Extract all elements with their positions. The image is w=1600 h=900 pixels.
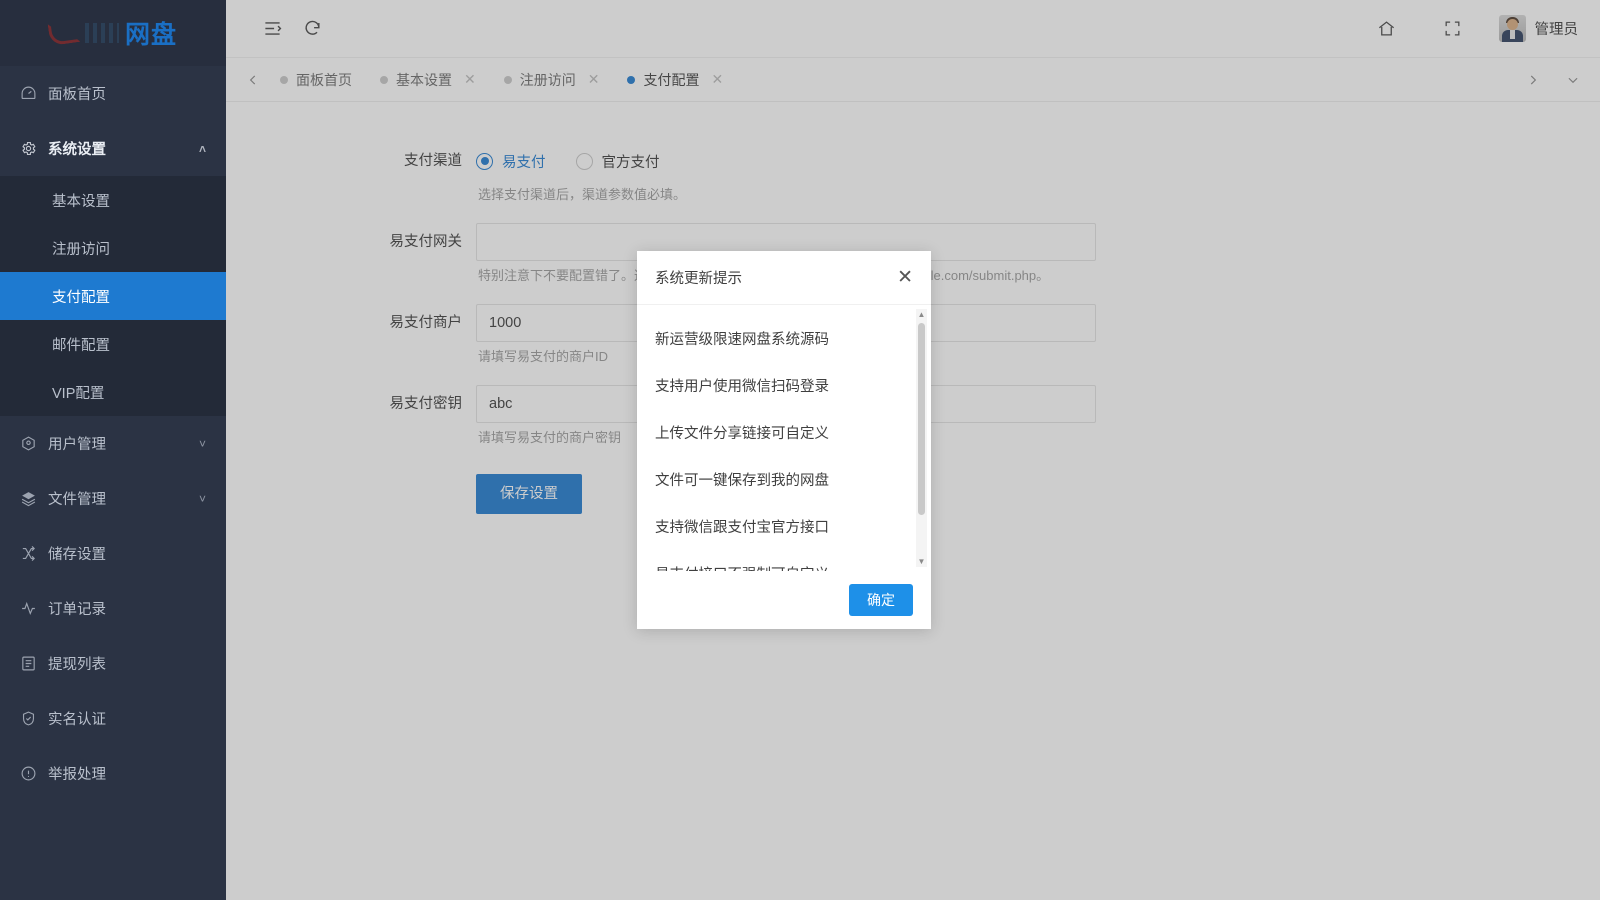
sidebar-subitem-label: 支付配置 <box>52 289 110 306</box>
activity-icon <box>20 600 42 617</box>
chevron-down-icon: ˅ <box>198 491 206 506</box>
dashboard-icon <box>20 85 42 102</box>
update-list-item: 支持用户使用微信扫码登录 <box>655 379 829 395</box>
dialog-header: 系统更新提示 ✕ <box>637 251 931 305</box>
sidebar-item-report-handling[interactable]: 举报处理 <box>0 746 226 801</box>
scroll-up-icon[interactable]: ▲ <box>916 309 927 320</box>
shuffle-icon <box>20 545 42 562</box>
sidebar-submenu-system-settings: 基本设置 注册访问 支付配置 邮件配置 VIP配置 <box>0 176 226 416</box>
sidebar-item-label: 提现列表 <box>48 657 106 673</box>
sidebar-item-label: 订单记录 <box>48 602 106 618</box>
close-icon[interactable]: ✕ <box>897 268 913 287</box>
sidebar-item-label: 系统设置 <box>48 142 106 158</box>
sidebar-item-dashboard[interactable]: 面板首页 <box>0 66 226 121</box>
sidebar-item-storage-settings[interactable]: 储存设置 <box>0 526 226 581</box>
sidebar-subitem-basic-settings[interactable]: 基本设置 <box>0 176 226 224</box>
sidebar-subitem-label: VIP配置 <box>52 385 105 402</box>
update-list-item: 易支付接口不强制可自定义 <box>655 552 913 571</box>
sidebar-item-file-management[interactable]: 文件管理 ˅ <box>0 471 226 526</box>
sidebar-subitem-label: 邮件配置 <box>52 337 110 354</box>
shield-check-icon <box>20 710 42 727</box>
sidebar-item-label: 举报处理 <box>48 767 106 783</box>
sidebar-item-label: 用户管理 <box>48 437 106 453</box>
sidebar-item-label: 实名认证 <box>48 712 106 728</box>
sidebar-subitem-payment-config[interactable]: 支付配置 <box>0 272 226 320</box>
sidebar-item-withdraw-list[interactable]: 提现列表 <box>0 636 226 691</box>
dialog-body: 新运营级限速网盘系统源码 支持用户使用微信扫码登录 上传文件分享链接可自定义 文… <box>637 305 931 571</box>
logo-mark-secondary-icon <box>84 23 119 43</box>
confirm-button[interactable]: 确定 <box>849 584 913 616</box>
update-list-item: 文件可一键保存到我的网盘 <box>655 473 829 489</box>
chevron-up-icon: ˄ <box>198 141 206 156</box>
dialog-footer: 确定 <box>637 571 931 629</box>
scrollbar-thumb[interactable] <box>918 323 925 515</box>
scroll-down-icon[interactable]: ▼ <box>916 556 927 567</box>
sidebar-item-identity-verify[interactable]: 实名认证 <box>0 691 226 746</box>
logo[interactable]: 网盘 <box>0 0 226 66</box>
sidebar-subitem-email-config[interactable]: 邮件配置 <box>0 320 226 368</box>
list-icon <box>20 655 42 672</box>
layers-icon <box>20 490 42 507</box>
logo-text: 网盘 <box>124 21 177 49</box>
sidebar-item-label: 面板首页 <box>48 87 106 103</box>
sidebar: 网盘 面板首页 系统设置 ˄ 基本设置 注册访问 支付配置 邮件配置 VIP配置 <box>0 0 226 900</box>
admin-page: 网盘 面板首页 系统设置 ˄ 基本设置 注册访问 支付配置 邮件配置 VIP配置 <box>0 0 1600 900</box>
update-list-item: 新运营级限速网盘系统源码 <box>655 332 829 348</box>
users-icon <box>20 435 42 452</box>
sidebar-item-order-records[interactable]: 订单记录 <box>0 581 226 636</box>
system-update-dialog: 系统更新提示 ✕ 新运营级限速网盘系统源码 支持用户使用微信扫码登录 上传文件分… <box>637 251 931 629</box>
info-icon <box>20 765 42 782</box>
update-list-item: 支持微信跟支付宝官方接口 <box>655 520 829 536</box>
dialog-title: 系统更新提示 <box>655 271 742 287</box>
sidebar-item-system-settings[interactable]: 系统设置 ˄ <box>0 121 226 176</box>
update-list-item: 上传文件分享链接可自定义 <box>655 426 829 442</box>
sidebar-subitem-vip-config[interactable]: VIP配置 <box>0 368 226 416</box>
sidebar-subitem-label: 基本设置 <box>52 193 110 210</box>
sidebar-item-label: 储存设置 <box>48 547 106 563</box>
sidebar-item-label: 文件管理 <box>48 492 106 508</box>
gear-icon <box>20 140 42 157</box>
logo-mark-icon <box>47 20 81 46</box>
chevron-down-icon: ˅ <box>198 436 206 451</box>
sidebar-subitem-register-access[interactable]: 注册访问 <box>0 224 226 272</box>
sidebar-subitem-label: 注册访问 <box>52 241 110 258</box>
dialog-scrollbar[interactable]: ▲ ▼ <box>916 309 927 567</box>
sidebar-item-user-management[interactable]: 用户管理 ˅ <box>0 416 226 471</box>
